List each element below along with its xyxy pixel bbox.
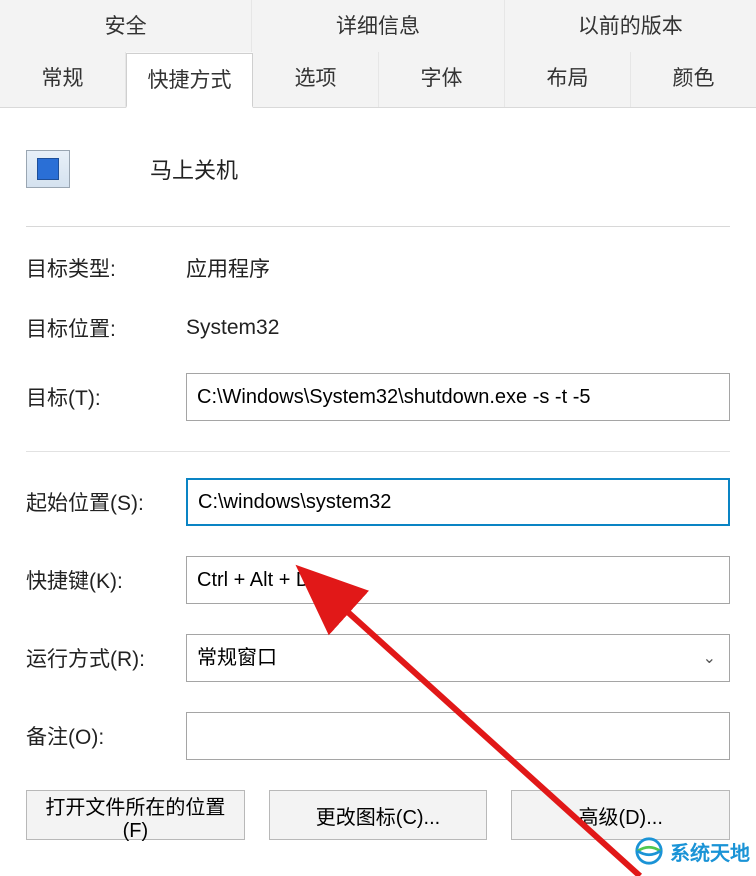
shortcut-icon (26, 150, 70, 188)
label-target: 目标(T): (26, 382, 186, 412)
tab-row-2: 常规 快捷方式 选项 字体 布局 颜色 (0, 52, 756, 108)
row-target-location: 目标位置: System32 (26, 313, 730, 343)
divider (26, 451, 730, 452)
label-shortcut-key: 快捷键(K): (26, 565, 186, 595)
value-target-location: System32 (186, 316, 279, 340)
change-icon-button[interactable]: 更改图标(C)... (269, 790, 488, 840)
open-file-location-button[interactable]: 打开文件所在的位置(F) (26, 790, 245, 840)
shortcut-icon-inner (37, 158, 59, 180)
row-target-type: 目标类型: 应用程序 (26, 253, 730, 283)
tab-colors[interactable]: 颜色 (631, 52, 756, 107)
label-target-type: 目标类型: (26, 253, 186, 283)
shortcut-name: 马上关机 (150, 153, 238, 185)
shortcut-header: 马上关机 (26, 150, 730, 188)
tab-general[interactable]: 常规 (0, 52, 126, 107)
select-run-wrap: 常规窗口 ⌄ (186, 634, 730, 682)
input-comment[interactable] (186, 712, 730, 760)
shortcut-tab-content: 马上关机 目标类型: 应用程序 目标位置: System32 目标(T): 起始… (0, 108, 756, 840)
row-target: 目标(T): (26, 373, 730, 421)
row-comment: 备注(O): (26, 712, 730, 760)
label-target-location: 目标位置: (26, 313, 186, 343)
tab-options[interactable]: 选项 (253, 52, 379, 107)
watermark-text: 系统天地 (670, 837, 750, 866)
label-start-in: 起始位置(S): (26, 487, 186, 517)
input-shortcut-key[interactable] (186, 556, 730, 604)
label-comment: 备注(O): (26, 721, 186, 751)
properties-dialog: 安全 详细信息 以前的版本 常规 快捷方式 选项 字体 布局 颜色 马上关机 目… (0, 0, 756, 876)
tab-security[interactable]: 安全 (0, 0, 252, 52)
label-run: 运行方式(R): (26, 643, 186, 673)
tab-previous-versions[interactable]: 以前的版本 (505, 0, 756, 52)
tab-layout[interactable]: 布局 (505, 52, 631, 107)
select-run[interactable]: 常规窗口 (186, 634, 730, 682)
tab-font[interactable]: 字体 (379, 52, 505, 107)
watermark: 系统天地 (634, 836, 750, 866)
input-target[interactable] (186, 373, 730, 421)
tab-strip: 安全 详细信息 以前的版本 常规 快捷方式 选项 字体 布局 颜色 (0, 0, 756, 108)
input-start-in[interactable] (186, 478, 730, 526)
tab-row-1: 安全 详细信息 以前的版本 (0, 0, 756, 52)
row-shortcut-key: 快捷键(K): (26, 556, 730, 604)
divider (26, 226, 730, 227)
tab-details[interactable]: 详细信息 (252, 0, 504, 52)
advanced-button[interactable]: 高级(D)... (511, 790, 730, 840)
globe-icon (634, 836, 664, 866)
value-target-type: 应用程序 (186, 253, 270, 283)
row-start-in: 起始位置(S): (26, 478, 730, 526)
row-run: 运行方式(R): 常规窗口 ⌄ (26, 634, 730, 682)
button-row: 打开文件所在的位置(F) 更改图标(C)... 高级(D)... (26, 790, 730, 840)
tab-shortcut[interactable]: 快捷方式 (126, 53, 253, 108)
